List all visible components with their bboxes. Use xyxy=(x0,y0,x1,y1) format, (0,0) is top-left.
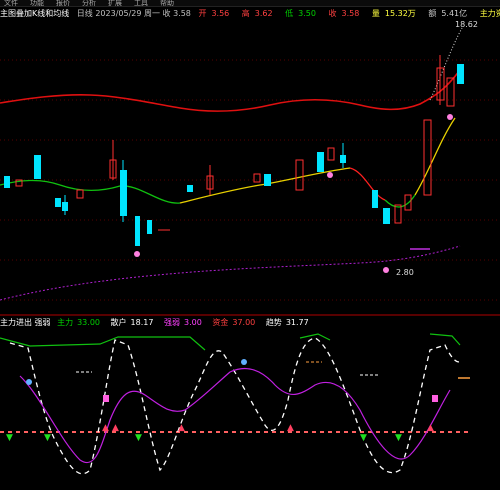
svg-text:▲: ▲ xyxy=(287,423,294,433)
price-top-label: 18.62 xyxy=(455,20,478,29)
bottom-curve-purple xyxy=(0,245,461,301)
svg-text:▼: ▼ xyxy=(6,433,13,443)
svg-text:▼: ▼ xyxy=(395,433,402,443)
sub-field-0: 主力 33.00 xyxy=(57,318,100,327)
sub-signals: ▼ ▼ ▼ ▼ ▼ ▲ ▲ ▲ ▲ ▲ xyxy=(6,359,470,443)
signal-dots xyxy=(134,114,453,273)
svg-text:▼: ▼ xyxy=(135,433,142,443)
ma-line-red xyxy=(349,167,386,201)
ma-line-yellow-2 xyxy=(414,117,456,196)
sub-field-2: 强弱 3.00 xyxy=(164,318,202,327)
main-grid xyxy=(0,59,500,301)
chart-canvas[interactable]: ▼ ▼ ▼ ▼ ▼ ▲ ▲ ▲ ▲ ▲ xyxy=(0,0,500,490)
svg-text:▲: ▲ xyxy=(112,423,119,433)
osc-magenta xyxy=(19,367,451,464)
svg-text:▲: ▲ xyxy=(102,423,109,433)
svg-text:▲: ▲ xyxy=(427,423,434,433)
svg-text:▲: ▲ xyxy=(178,423,185,433)
candles xyxy=(4,55,464,246)
band-line-red xyxy=(0,69,461,112)
osc-white xyxy=(9,337,463,475)
low-marker-label: 2.80 xyxy=(396,268,414,277)
sub-field-3: 资金 37.00 xyxy=(212,318,256,327)
osc-green xyxy=(0,333,461,351)
svg-text:▼: ▼ xyxy=(44,433,51,443)
sub-info-bar: 主力进出 强弱 主力 33.00 散户 18.17 强弱 3.00 资金 37.00 趋… xyxy=(0,317,500,328)
sub-field-4: 趋势 31.77 xyxy=(265,318,309,327)
svg-text:▼: ▼ xyxy=(360,433,367,443)
sub-field-1: 散户 18.17 xyxy=(110,318,154,327)
sub-indicator-name: 主力进出 强弱 xyxy=(0,318,51,327)
ma-line-green xyxy=(0,179,181,204)
